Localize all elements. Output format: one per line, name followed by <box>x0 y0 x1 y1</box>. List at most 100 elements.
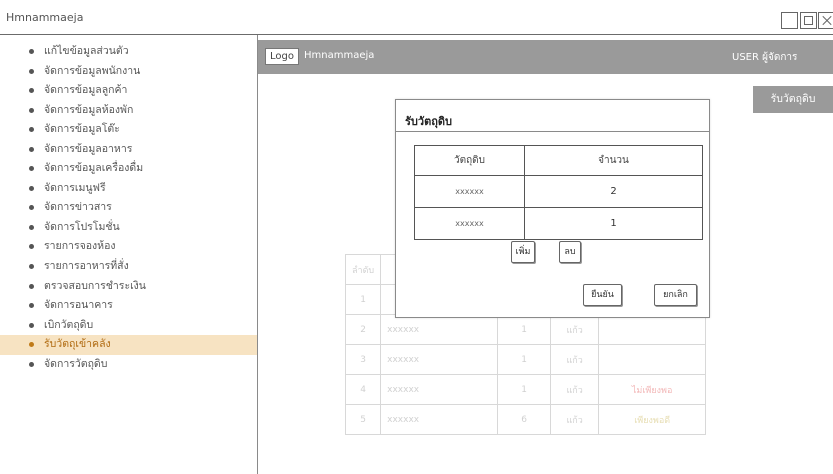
sidebar-item-label: จัดการข้อมูลโต๊ะ <box>44 123 120 136</box>
table-row: 2 xxxxxx 1 แก้ว <box>344 314 707 345</box>
sidebar-item[interactable]: จัดการข้อมูลลูกค้า <box>0 81 257 101</box>
dialog-title: รับวัตถุดิบ <box>405 115 452 128</box>
material-cell[interactable]: xxxxxx <box>414 207 525 240</box>
window-title: Hmnammaeja <box>6 11 84 24</box>
unit: แก้ว <box>550 314 600 345</box>
bullet-icon <box>29 244 34 250</box>
close-button[interactable] <box>818 12 833 29</box>
row-number: 1 <box>344 284 382 315</box>
table-row[interactable]: xxxxxx 1 <box>414 207 703 240</box>
sidebar-item[interactable]: รับวัตถุเข้าคลัง <box>0 335 257 355</box>
bullet-icon <box>29 146 34 152</box>
quantity-cell[interactable]: 2 <box>524 175 703 208</box>
material-name: xxxxxx <box>380 374 499 405</box>
quantity: 6 <box>497 404 552 435</box>
sidebar-item-label: จัดการอนาคาร <box>44 299 113 312</box>
bullet-icon <box>29 166 34 172</box>
bullet-icon <box>29 303 34 309</box>
unit: แก้ว <box>550 374 600 405</box>
bullet-icon <box>29 264 34 270</box>
bullet-icon <box>29 185 34 191</box>
receive-materials-dialog: รับวัตถุดิบ วัตถุดิบ จำนวน xxxxxx 2 xxxx… <box>395 99 710 318</box>
sidebar-item-label: เบิกวัตถุดิบ <box>44 318 94 331</box>
sidebar-item[interactable]: จัดการข้อมูลอาหาร <box>0 140 257 160</box>
add-row-button[interactable]: เพิ่ม <box>511 241 535 263</box>
sidebar-item[interactable]: จัดการอนาคาร <box>0 296 257 316</box>
sidebar-item[interactable]: แก้ไขข้อมูลส่วนตัว <box>0 42 257 62</box>
sidebar-item[interactable]: จัดการข่าวสาร <box>0 198 257 218</box>
sidebar-item-label: จัดการข้อมูลห้องพัก <box>44 103 134 116</box>
material-cell[interactable]: xxxxxx <box>414 175 525 208</box>
bullet-icon <box>29 49 34 54</box>
sidebar-item[interactable]: จัดการโปรโมชั่น <box>0 218 257 238</box>
sidebar-item[interactable]: จัดการข้อมูลโต๊ะ <box>0 120 257 140</box>
sidebar-item[interactable]: เบิกวัตถุดิบ <box>0 316 257 336</box>
material-name: xxxxxx <box>380 314 499 345</box>
sidebar-item-label: จัดการข่าวสาร <box>44 201 112 214</box>
logo: Logo <box>265 48 299 65</box>
sidebar-item[interactable]: จัดการเมนูฟรี <box>0 179 257 199</box>
column-header-quantity: จำนวน <box>524 145 703 176</box>
sidebar: แก้ไขข้อมูลส่วนตัวจัดการข้อมูลพนักงานจัด… <box>0 35 258 474</box>
sidebar-item[interactable]: รายการจองห้อง <box>0 237 257 257</box>
sidebar-item-label: รับวัตถุเข้าคลัง <box>44 338 111 351</box>
sidebar-item-label: จัดการข้อมูลเครื่องดื่ม <box>44 162 144 175</box>
bullet-icon <box>29 224 34 230</box>
bullet-icon <box>29 283 34 289</box>
sidebar-item[interactable]: รายการอาหารที่สั่ง <box>0 257 257 277</box>
minimize-button[interactable] <box>781 12 798 29</box>
sidebar-item[interactable]: จัดการข้อมูลห้องพัก <box>0 101 257 121</box>
material-name: xxxxxx <box>380 344 499 375</box>
status <box>598 344 707 375</box>
cancel-button[interactable]: ยกเลิก <box>654 284 697 306</box>
app-name: Hmnammaeja <box>304 50 375 61</box>
dialog-divider <box>396 131 709 132</box>
row-number: 3 <box>344 344 382 375</box>
sidebar-item-label: รายการจองห้อง <box>44 240 116 253</box>
table-row: 5 xxxxxx 6 แก้ว เพียงพอดี <box>344 404 707 435</box>
status: เพียงพอดี <box>598 404 707 435</box>
bullet-icon <box>29 68 34 74</box>
maximize-button[interactable] <box>800 12 817 29</box>
sidebar-item-label: จัดการวัตถุดิบ <box>44 357 108 370</box>
sidebar-item-label: รายการอาหารที่สั่ง <box>44 260 129 273</box>
sidebar-item[interactable]: จัดการข้อมูลเครื่องดื่ม <box>0 159 257 179</box>
column-header: ลำดับ <box>344 254 382 285</box>
bullet-icon <box>29 322 34 328</box>
user-label[interactable]: USER ผู้จัดการ <box>732 50 797 65</box>
quantity: 1 <box>497 314 552 345</box>
sidebar-item[interactable]: จัดการวัตถุดิบ <box>0 355 257 375</box>
sidebar-item-label: จัดการข้อมูลลูกค้า <box>44 84 128 97</box>
row-number: 5 <box>344 404 382 435</box>
table-row: 4 xxxxxx 1 แก้ว ไม่เพียงพอ <box>344 374 707 405</box>
receive-materials-button[interactable]: รับวัตถุดิบ <box>753 86 833 113</box>
quantity: 1 <box>497 344 552 375</box>
sidebar-item-label: จัดการข้อมูลอาหาร <box>44 142 133 155</box>
bullet-icon <box>29 361 34 367</box>
delete-row-button[interactable]: ลบ <box>559 241 581 263</box>
bullet-icon <box>29 88 34 94</box>
status: ไม่เพียงพอ <box>598 374 707 405</box>
sidebar-item[interactable]: จัดการข้อมูลพนักงาน <box>0 62 257 82</box>
quantity: 1 <box>497 374 552 405</box>
bullet-icon <box>29 342 34 348</box>
materials-table: วัตถุดิบ จำนวน xxxxxx 2 xxxxxx 1 <box>414 145 703 240</box>
bullet-icon <box>29 205 34 211</box>
app-header: Logo Hmnammaeja USER ผู้จัดการ <box>258 40 833 74</box>
sidebar-menu: แก้ไขข้อมูลส่วนตัวจัดการข้อมูลพนักงานจัด… <box>0 42 257 374</box>
bullet-icon <box>29 107 34 113</box>
status <box>598 314 707 345</box>
sidebar-item[interactable]: ตรวจสอบการชำระเงิน <box>0 277 257 297</box>
sidebar-item-label: ตรวจสอบการชำระเงิน <box>44 279 146 292</box>
sidebar-item-label: จัดการโปรโมชั่น <box>44 220 120 233</box>
table-row[interactable]: xxxxxx 2 <box>414 175 703 208</box>
sidebar-item-label: จัดการเมนูฟรี <box>44 181 106 194</box>
unit: แก้ว <box>550 344 600 375</box>
row-number: 4 <box>344 374 382 405</box>
material-name: xxxxxx <box>380 404 499 435</box>
sidebar-item-label: จัดการข้อมูลพนักงาน <box>44 64 141 77</box>
row-number: 2 <box>344 314 382 345</box>
quantity-cell[interactable]: 1 <box>524 207 703 240</box>
unit: แก้ว <box>550 404 600 435</box>
confirm-button[interactable]: ยืนยัน <box>583 284 622 306</box>
